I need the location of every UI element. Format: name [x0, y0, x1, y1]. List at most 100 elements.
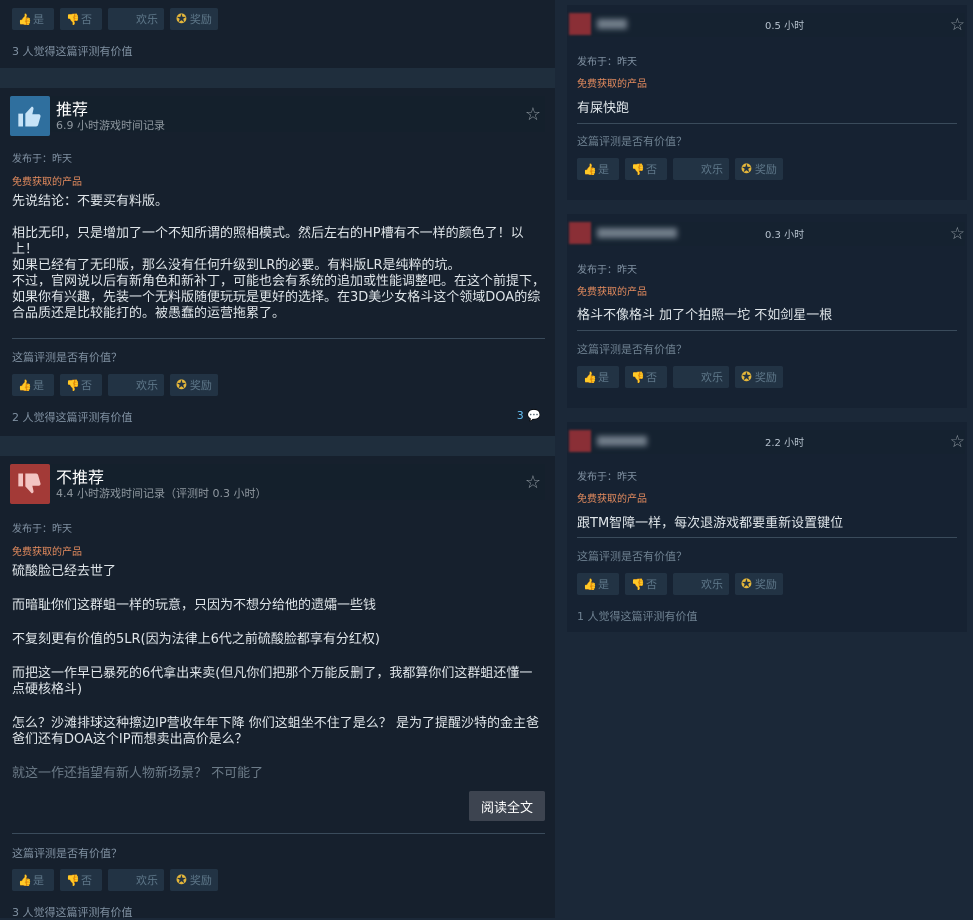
thumbs-up-icon: 👍 [583, 162, 597, 176]
thumbs-down-icon: 👎 [631, 370, 645, 384]
vote-row: 👍 是 👎 否 欢乐 ✪ 奖励 [12, 8, 218, 30]
vote-funny-button[interactable]: 欢乐 [673, 573, 729, 595]
review-card-partial: 👍 是 👎 否 欢乐 ✪ 奖励 3 人觉得这篇评测有价值 [0, 0, 555, 68]
vote-no-button[interactable]: 👎 否 [625, 366, 667, 388]
helpful-question: 这篇评测是否有价值？ [12, 847, 122, 860]
posted-date: 发布于：昨天 [577, 472, 637, 483]
reviewer-name-blurred[interactable] [597, 228, 677, 238]
vote-yes-button[interactable]: 👍 是 [12, 374, 54, 396]
short-review-card: 0.3 小时 ☆ 发布于：昨天 免费获取的产品 格斗不像格斗 加了个拍照一坨 不… [567, 214, 967, 408]
vote-no-button[interactable]: 👎 否 [625, 573, 667, 595]
star-icon[interactable]: ☆ [950, 432, 965, 452]
avatar[interactable] [569, 222, 591, 244]
review-body: 硫酸脸已经去世了 而暗耻你们这群蛆一样的玩意，只因为不想分给他的遗孀一些钱 不复… [12, 564, 539, 781]
avatar[interactable] [569, 13, 591, 35]
vote-row: 👍 是 👎 否 欢乐 ✪ 奖励 [577, 366, 783, 388]
review-body: 格斗不像格斗 加了个拍照一坨 不如剑星一根 [577, 308, 833, 323]
free-product-label: 免费获取的产品 [577, 287, 647, 298]
divider [12, 833, 545, 834]
helpful-count: 2 人觉得这篇评测有价值 [12, 411, 133, 424]
helpful-count: 3 人觉得这篇评测有价值 [12, 45, 133, 58]
vote-yes-button[interactable]: 👍 是 [12, 869, 54, 891]
review-header: 推荐 6.9 小时游戏时间记录 ☆ [10, 96, 545, 136]
divider [577, 330, 957, 331]
vote-no-button[interactable]: 👎 否 [625, 158, 667, 180]
posted-date: 发布于：昨天 [577, 265, 637, 276]
thumbs-up-icon: 👍 [18, 12, 32, 26]
free-product-label: 免费获取的产品 [577, 494, 647, 505]
avatar[interactable] [569, 430, 591, 452]
vote-funny-button[interactable]: 欢乐 [673, 158, 729, 180]
award-icon: ✪ [176, 11, 187, 27]
short-review-card: 0.5 小时 ☆ 发布于：昨天 免费获取的产品 有屎快跑 这篇评测是否有价值？ … [567, 5, 967, 200]
vote-row: 👍 是 👎 否 欢乐 ✪ 奖励 [577, 158, 783, 180]
award-icon: ✪ [741, 369, 752, 385]
left-review-column: 👍 是 👎 否 欢乐 ✪ 奖励 3 人觉得这篇评测有价值 推荐 6.9 小时游戏时间记… [0, 0, 555, 919]
posted-date: 发布于：昨天 [577, 57, 637, 68]
reviewer-name-blurred[interactable] [597, 436, 647, 446]
free-product-label: 免费获取的产品 [12, 547, 82, 558]
separator [0, 68, 555, 88]
vote-row: 👍 是 👎 否 欢乐 ✪ 奖励 [12, 869, 218, 891]
award-icon: ✪ [176, 872, 187, 888]
award-button[interactable]: ✪ 奖励 [735, 158, 783, 180]
thumbs-up-icon: 👍 [583, 577, 597, 591]
playtime: 6.9 小时游戏时间记录 [56, 119, 165, 132]
thumbs-up-icon: 👍 [583, 370, 597, 384]
award-button[interactable]: ✪ 奖励 [170, 374, 218, 396]
star-icon[interactable]: ☆ [950, 224, 965, 244]
award-button[interactable]: ✪ 奖励 [735, 366, 783, 388]
divider [577, 537, 957, 538]
vote-yes-button[interactable]: 👍 是 [577, 158, 619, 180]
reviewer-name-blurred[interactable] [597, 19, 627, 29]
vote-no-button[interactable]: 👎 否 [60, 8, 102, 30]
vote-yes-button[interactable]: 👍 是 [577, 573, 619, 595]
award-button[interactable]: ✪ 奖励 [170, 869, 218, 891]
vote-yes-button[interactable]: 👍 是 [577, 366, 619, 388]
posted-date: 发布于：昨天 [12, 154, 72, 165]
vote-funny-button[interactable]: 欢乐 [108, 374, 164, 396]
playtime: 0.5 小时 [765, 21, 805, 32]
vote-no-button[interactable]: 👎 否 [60, 374, 102, 396]
vote-funny-button[interactable]: 欢乐 [673, 366, 729, 388]
vote-funny-button[interactable]: 欢乐 [108, 869, 164, 891]
award-icon: ✪ [741, 576, 752, 592]
helpful-question: 这篇评测是否有价值？ [12, 351, 122, 364]
helpful-count: 1 人觉得这篇评测有价值 [577, 610, 698, 623]
review-header: 不推荐 4.4 小时游戏时间记录（评测时 0.3 小时） ☆ [10, 464, 545, 504]
vote-yes-button[interactable]: 👍 是 [12, 8, 54, 30]
reviewer-header: 0.5 小时 ☆ [569, 13, 965, 37]
divider [12, 338, 545, 339]
thumbs-down-icon: 👎 [631, 577, 645, 591]
vote-no-button[interactable]: 👎 否 [60, 869, 102, 891]
not-recommended-thumb-icon [10, 464, 50, 504]
reviewer-header: 2.2 小时 ☆ [569, 430, 965, 454]
thumbs-down-icon: 👎 [631, 162, 645, 176]
free-product-label: 免费获取的产品 [12, 177, 82, 188]
review-card: 不推荐 4.4 小时游戏时间记录（评测时 0.3 小时） ☆ 发布于：昨天 免费… [0, 456, 555, 919]
thumbs-down-icon: 👎 [66, 873, 80, 887]
posted-date: 发布于：昨天 [12, 524, 72, 535]
award-button[interactable]: ✪ 奖励 [170, 8, 218, 30]
recommended-thumb-icon [10, 96, 50, 136]
thumbs-up-icon: 👍 [18, 378, 32, 392]
separator [0, 436, 555, 456]
reviewer-header: 0.3 小时 ☆ [569, 222, 965, 246]
award-icon: ✪ [741, 161, 752, 177]
read-more-button[interactable]: 阅读全文 [469, 791, 545, 821]
vote-funny-button[interactable]: 欢乐 [108, 8, 164, 30]
comment-count[interactable]: 3 💬 [517, 409, 541, 422]
short-review-card: 2.2 小时 ☆ 发布于：昨天 免费获取的产品 跟TM智障一样，每次退游戏都要重… [567, 422, 967, 632]
comment-icon: 💬 [527, 409, 541, 422]
review-body: 跟TM智障一样，每次退游戏都要重新设置键位 [577, 516, 844, 531]
playtime: 0.3 小时 [765, 230, 805, 241]
award-icon: ✪ [176, 377, 187, 393]
award-button[interactable]: ✪ 奖励 [735, 573, 783, 595]
star-icon[interactable]: ☆ [525, 472, 541, 493]
thumbs-down-icon: 👎 [66, 12, 80, 26]
thumbs-down-icon: 👎 [66, 378, 80, 392]
star-icon[interactable]: ☆ [950, 15, 965, 35]
star-icon[interactable]: ☆ [525, 104, 541, 125]
helpful-question: 这篇评测是否有价值？ [577, 343, 687, 356]
helpful-question: 这篇评测是否有价值？ [577, 550, 687, 563]
